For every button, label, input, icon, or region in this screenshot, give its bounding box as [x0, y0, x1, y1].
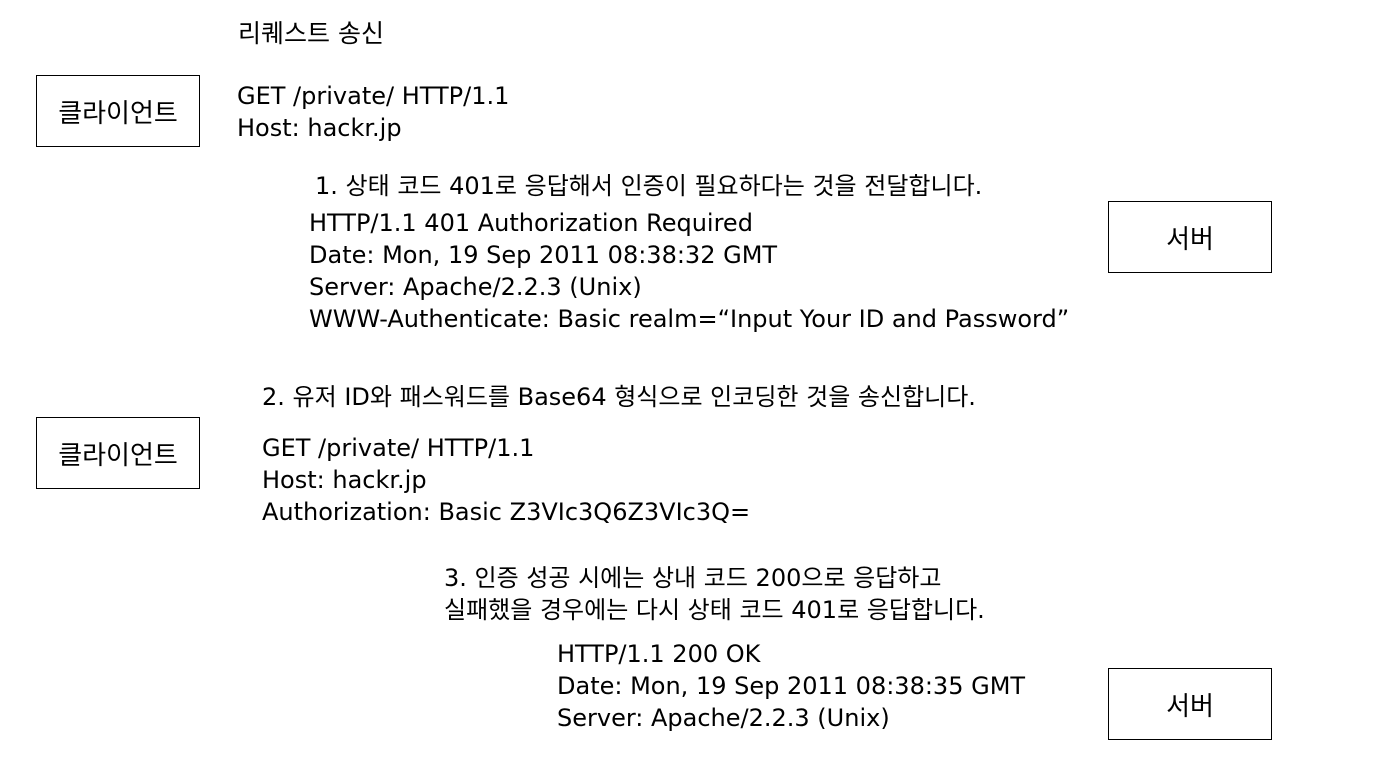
step2-request: GET /private/ HTTP/1.1 Host: hackr.jp Au… [262, 432, 750, 528]
step1-request-line: Host: hackr.jp [237, 114, 402, 142]
step2-request-line: Host: hackr.jp [262, 466, 427, 494]
step2-request-line: Authorization: Basic Z3VIc3Q6Z3VIc3Q= [262, 498, 751, 526]
step3-response-line: Server: Apache/2.2.3 (Unix) [557, 704, 890, 732]
step3-caption-line: 실패했을 경우에는 다시 상태 코드 401로 응답합니다. [444, 596, 985, 624]
request-title: 리퀘스트 송신 [238, 19, 384, 48]
step1-response-line: WWW-Authenticate: Basic realm=“Input You… [309, 305, 1070, 333]
step3-response: HTTP/1.1 200 OK Date: Mon, 19 Sep 2011 0… [557, 638, 1025, 734]
step1-response-line: Server: Apache/2.2.3 (Unix) [309, 273, 642, 301]
step3-response-line: Date: Mon, 19 Sep 2011 08:38:35 GMT [557, 672, 1026, 700]
step1-request-line: GET /private/ HTTP/1.1 [237, 82, 510, 110]
step1-caption: 1. 상태 코드 401로 응답해서 인증이 필요하다는 것을 전달합니다. [315, 172, 983, 200]
step1-response-line: HTTP/1.1 401 Authorization Required [309, 209, 753, 237]
step3-caption-line: 3. 인증 성공 시에는 상내 코드 200으로 응답하고 [444, 564, 942, 592]
server-box-2: 서버 [1108, 668, 1272, 740]
step1-request: GET /private/ HTTP/1.1 Host: hackr.jp [237, 80, 509, 144]
step2-request-line: GET /private/ HTTP/1.1 [262, 434, 535, 462]
step3-caption: 3. 인증 성공 시에는 상내 코드 200으로 응답하고 실패했을 경우에는 … [444, 562, 985, 626]
step1-response: HTTP/1.1 401 Authorization Required Date… [309, 207, 1069, 335]
step2-caption: 2. 유저 ID와 패스워드를 Base64 형식으로 인코딩한 것을 송신합니… [262, 383, 976, 411]
client-box-1: 클라이언트 [36, 75, 200, 147]
server-box-1: 서버 [1108, 201, 1272, 273]
step3-response-line: HTTP/1.1 200 OK [557, 640, 761, 668]
step1-response-line: Date: Mon, 19 Sep 2011 08:38:32 GMT [309, 241, 778, 269]
client-box-2: 클라이언트 [36, 417, 200, 489]
